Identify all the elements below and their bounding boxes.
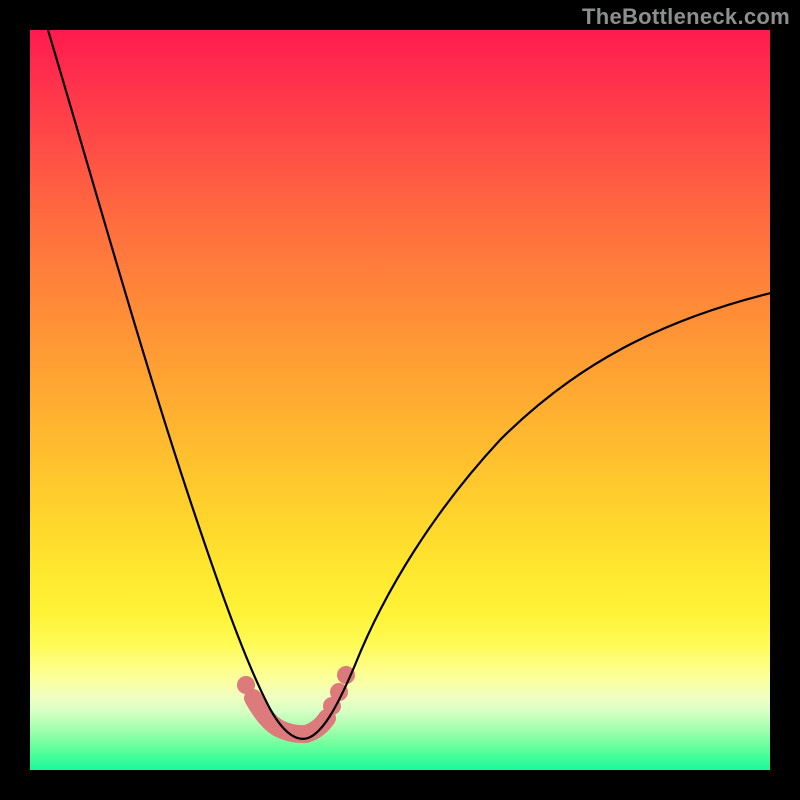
optimal-zone-highlight [253, 698, 327, 734]
bottleneck-curve [45, 30, 770, 739]
chart-plot-area [30, 30, 770, 770]
highlight-dot [237, 676, 255, 694]
chart-svg [30, 30, 770, 770]
watermark-label: TheBottleneck.com [582, 4, 790, 30]
frame: TheBottleneck.com [0, 0, 800, 800]
